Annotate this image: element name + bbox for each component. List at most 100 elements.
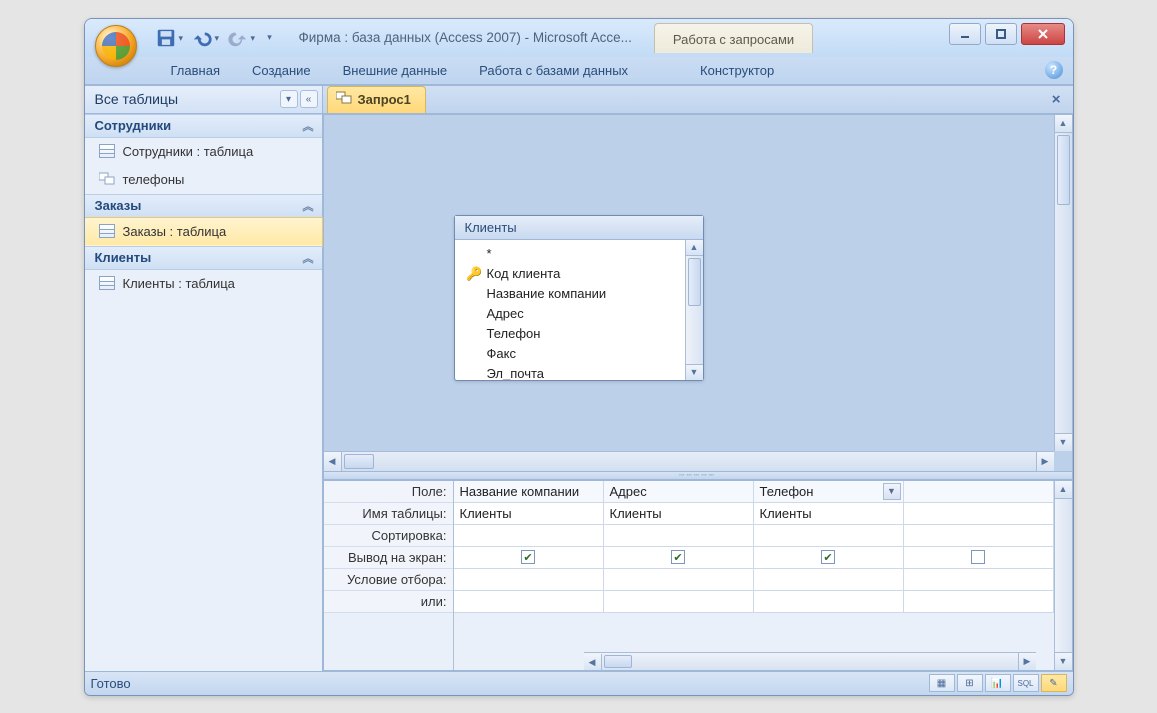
help-button[interactable]: ? [1045,61,1063,79]
pane-splitter[interactable]: ┄┄┄┄┄ [324,471,1072,480]
qbe-cell-criteria[interactable] [604,569,754,591]
checkbox-checked-icon[interactable]: ✔ [521,550,535,564]
scrollbar-vertical[interactable]: ▲ ▼ [1054,481,1072,670]
table-field-list[interactable]: Клиенты * 🔑Код клиента Название компании… [454,215,704,381]
qbe-cell-field[interactable]: Телефон▼ [754,481,904,503]
scroll-down-icon[interactable]: ▼ [1055,652,1072,670]
scroll-down-icon[interactable]: ▼ [1055,433,1072,451]
nav-pane-header[interactable]: Все таблицы ▾ « [85,86,322,114]
qbe-cell-table[interactable]: Клиенты [604,503,754,525]
nav-group-header[interactable]: Клиенты ︽ [85,246,322,270]
qbe-cell-sort[interactable] [754,525,904,547]
field-item[interactable]: Телефон [469,324,685,344]
qbe-cell-show[interactable]: ✔ [604,547,754,569]
nav-group-name: Заказы [95,198,142,213]
scroll-thumb[interactable] [1057,135,1070,205]
chevron-down-icon[interactable]: ▾ [215,31,225,44]
field-item[interactable]: * [469,244,685,264]
dropdown-button[interactable]: ▼ [883,483,901,500]
table-icon [99,144,115,158]
checkbox-icon[interactable] [971,550,985,564]
qat-undo-button[interactable] [191,27,213,49]
nav-collapse-button[interactable]: « [300,90,318,108]
relationship-canvas[interactable]: Клиенты * 🔑Код клиента Название компании… [324,115,1072,471]
undo-icon [191,27,213,49]
nav-item[interactable]: Клиенты : таблица [85,270,322,298]
scroll-left-icon[interactable]: ◀ [584,654,602,670]
document-tab[interactable]: Запрос1 [327,86,426,113]
chevron-down-icon[interactable]: ▾ [251,31,261,44]
scrollbar-horizontal[interactable]: ◀ ▶ [324,451,1054,471]
nav-item[interactable]: телефоны [85,166,322,194]
qbe-cell-or[interactable] [754,591,904,613]
navigation-pane: Все таблицы ▾ « Сотрудники ︽ Сотрудники … [85,86,323,671]
nav-item[interactable]: Заказы : таблица [85,218,322,246]
qbe-cell-criteria[interactable] [754,569,904,591]
qbe-cell-criteria[interactable] [454,569,604,591]
qbe-cell-table[interactable] [904,503,1054,525]
qbe-cell-table[interactable]: Клиенты [754,503,904,525]
scroll-thumb[interactable] [344,454,374,469]
scroll-left-icon[interactable]: ◀ [324,452,342,471]
qbe-cell-field[interactable] [904,481,1054,503]
scroll-up-icon[interactable]: ▲ [1055,115,1072,133]
chevron-down-icon[interactable]: ▾ [179,31,189,44]
qbe-cell-show[interactable]: ✔ [754,547,904,569]
scroll-down-icon[interactable]: ▼ [686,364,703,380]
qbe-cell-field[interactable]: Адрес [604,481,754,503]
field-item[interactable]: 🔑Код клиента [469,264,685,284]
qbe-cell-criteria[interactable] [904,569,1054,591]
scroll-up-icon[interactable]: ▲ [1055,481,1072,499]
checkbox-checked-icon[interactable]: ✔ [671,550,685,564]
view-datasheet-button[interactable]: ▦ [929,674,955,692]
view-pivotchart-button[interactable]: 📊 [985,674,1011,692]
qbe-cell-show[interactable] [904,547,1054,569]
qat-save-button[interactable] [155,27,177,49]
qbe-cell-or[interactable] [904,591,1054,613]
qat-customize-button[interactable]: ▾ [263,27,277,49]
field-item[interactable]: Факс [469,344,685,364]
field-item[interactable]: Название компании [469,284,685,304]
nav-item[interactable]: Сотрудники : таблица [85,138,322,166]
document-close-button[interactable]: × [1048,91,1065,108]
close-button[interactable] [1021,23,1065,45]
field-label: Эл_почта [487,366,545,380]
ribbon-tabs: Главная Создание Внешние данные Работа с… [85,57,1073,85]
checkbox-checked-icon[interactable]: ✔ [821,550,835,564]
qbe-cell-sort[interactable] [454,525,604,547]
scroll-thumb[interactable] [688,258,701,306]
ribbon-tab-create[interactable]: Создание [238,58,325,84]
scrollbar-vertical[interactable]: ▲ ▼ [1054,115,1072,451]
ribbon-tab-database[interactable]: Работа с базами данных [465,58,642,84]
qbe-cell-show[interactable]: ✔ [454,547,604,569]
pivot-chart-icon: 📊 [991,678,1003,689]
qbe-cell-field[interactable]: Название компании [454,481,604,503]
scrollbar-horizontal[interactable]: ◀ ▶ [584,652,1036,670]
nav-menu-button[interactable]: ▾ [280,90,298,108]
nav-group-header[interactable]: Сотрудники ︽ [85,114,322,138]
qbe-cell-table[interactable]: Клиенты [454,503,604,525]
view-pivottable-button[interactable]: ⊞ [957,674,983,692]
view-sql-button[interactable]: SQL [1013,674,1039,692]
qbe-cell-or[interactable] [604,591,754,613]
ribbon-tab-external[interactable]: Внешние данные [329,58,462,84]
office-button[interactable] [95,25,137,67]
ribbon-tab-home[interactable]: Главная [157,58,234,84]
field-item[interactable]: Эл_почта [469,364,685,380]
scroll-up-icon[interactable]: ▲ [686,240,703,256]
field-item[interactable]: Адрес [469,304,685,324]
qat-redo-button[interactable] [227,27,249,49]
scroll-right-icon[interactable]: ▶ [1018,653,1036,670]
ribbon-tab-design[interactable]: Конструктор [686,58,788,84]
maximize-button[interactable] [985,23,1017,45]
close-icon: × [1052,91,1061,108]
scroll-thumb[interactable] [604,655,632,668]
scrollbar-vertical[interactable]: ▲ ▼ [685,240,703,380]
scroll-right-icon[interactable]: ▶ [1036,452,1054,471]
qbe-cell-or[interactable] [454,591,604,613]
view-design-button[interactable]: ✎ [1041,674,1067,692]
qbe-cell-sort[interactable] [904,525,1054,547]
nav-group-header[interactable]: Заказы ︽ [85,194,322,218]
minimize-button[interactable] [949,23,981,45]
qbe-cell-sort[interactable] [604,525,754,547]
